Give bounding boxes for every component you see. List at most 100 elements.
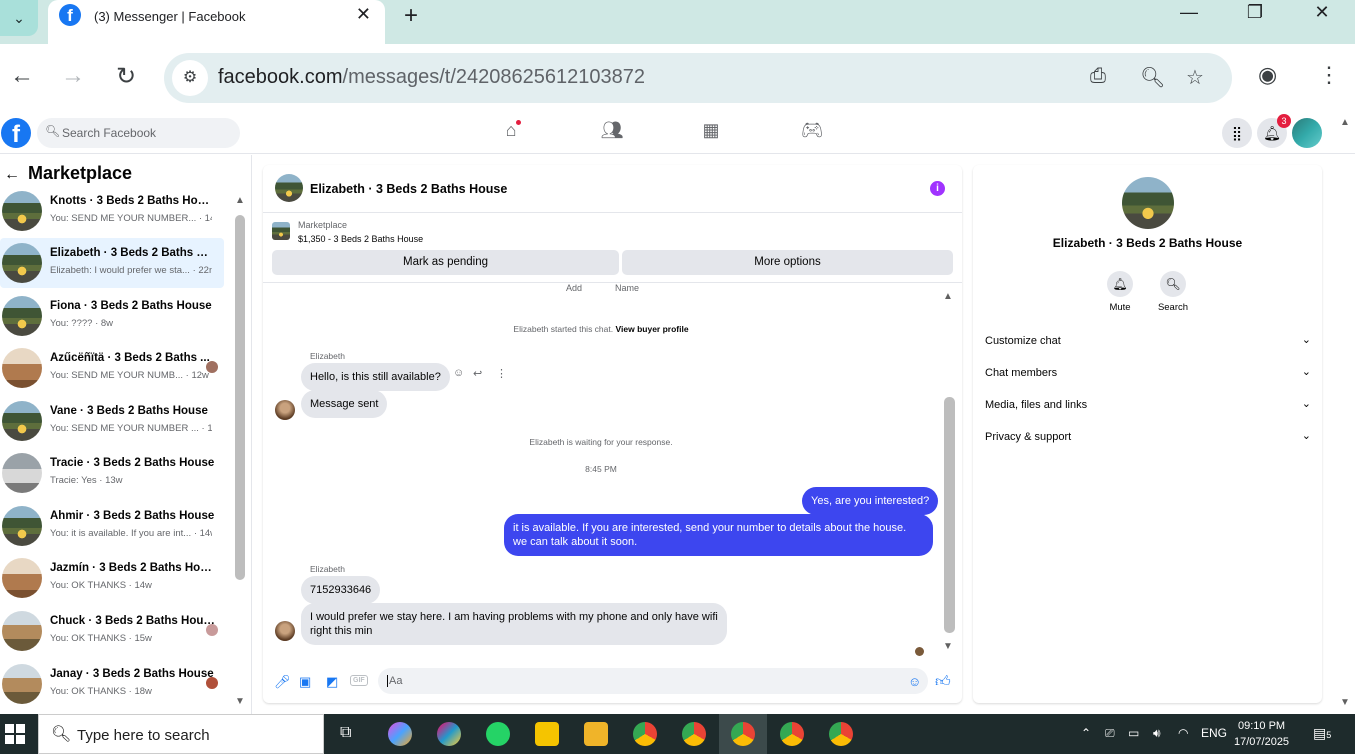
incoming-message[interactable]: Message sent [301,390,388,418]
conversation-item[interactable]: Knotts · 3 Beds 2 Baths House You: SEND … [0,186,224,236]
incoming-message[interactable]: 7152933646 [301,576,381,604]
back-arrow-icon[interactable]: ← [4,166,20,183]
windows-start-icon[interactable] [5,724,25,744]
photo-icon[interactable]: ▣ [299,674,311,690]
sender-avatar[interactable] [275,621,295,641]
facebook-logo-icon[interactable]: f [1,118,31,148]
sticky-notes-icon[interactable] [535,722,559,746]
microphone-icon[interactable]: 🎤︎ [274,674,291,690]
bookmark-star-icon[interactable]: ☆ [1186,65,1204,90]
profile-icon[interactable]: ◉ [1258,62,1277,88]
chrome-profile-icon[interactable] [829,722,853,746]
zoom-icon[interactable]: 🔍︎ [1140,65,1165,90]
new-tab-icon[interactable]: + [404,2,418,30]
chat-avatar[interactable] [275,174,303,202]
tab-close-icon[interactable]: ✕ [356,4,371,25]
info-icon[interactable]: i [930,181,945,196]
sender-avatar[interactable] [275,400,295,420]
outgoing-message[interactable]: it is available. If you are interested, … [504,514,933,556]
view-buyer-profile-link[interactable]: View buyer profile [616,324,689,334]
conversation-item[interactable]: Jazmín · 3 Beds 2 Baths House You: OK TH… [0,553,224,603]
customize-chat-row[interactable]: Customize chat ⌄ [985,331,1311,353]
taskbar-search-input[interactable]: 🔍︎ Type here to search [38,714,324,754]
maximize-icon[interactable]: ❐ [1240,2,1270,23]
chat-scroll-down-icon[interactable]: ▼ [943,641,953,652]
tab-search-chevron-icon[interactable]: ⌄ [0,0,38,36]
marketplace-icon[interactable]: ▦ [696,120,726,141]
language-indicator[interactable]: ENG [1201,726,1227,740]
browser-menu-icon[interactable]: ⋮ [1318,62,1340,88]
browser-tab[interactable]: f (3) Messenger | Facebook ✕ [48,0,385,44]
gaming-icon[interactable]: 🎮︎ [797,120,827,141]
back-icon[interactable]: ← [7,62,37,90]
chrome-profile-icon[interactable] [780,722,804,746]
home-icon[interactable]: ⌂ [496,120,526,141]
chat-scroll-up-icon[interactable]: ▲ [943,291,953,302]
meet-now-icon[interactable]: ⎚ [1105,726,1115,741]
incoming-message[interactable]: Hello, is this still available? [301,363,450,391]
page-scroll-up-icon[interactable]: ▲ [1340,117,1350,128]
incoming-message[interactable]: I would prefer we stay here. I am having… [301,603,727,645]
conversation-item[interactable]: Janay · 3 Beds 2 Baths House You: OK THA… [0,659,224,709]
reply-icon[interactable]: ↩ [473,367,482,380]
chat-title[interactable]: Elizabeth · 3 Beds 2 Baths House [310,182,507,196]
privacy-support-row[interactable]: Privacy & support ⌄ [985,427,1311,449]
page-scroll-down-icon[interactable]: ▼ [1340,697,1350,708]
task-view-icon[interactable]: ⧉ [340,724,351,742]
sidebar-scrollbar[interactable] [235,215,245,580]
conversation-item[interactable]: Ahmir · 3 Beds 2 Baths House You: it is … [0,501,224,551]
friends-icon[interactable]: 👥︎ [597,120,627,141]
install-app-icon[interactable]: ⎙ [1090,65,1106,88]
clock[interactable]: 09:10 PM 17/07/2025 [1234,718,1289,750]
thumbs-up-icon[interactable]: 👍︎ [935,673,951,691]
site-info-icon[interactable]: ⚙ [172,60,208,96]
conversation-item[interactable]: Chuck · 3 Beds 2 Baths House You: OK THA… [0,606,224,656]
emoji-icon[interactable]: ☺ [908,674,921,689]
chrome-active-icon[interactable] [731,722,755,746]
copilot-icon[interactable] [388,722,412,746]
scroll-up-icon[interactable]: ▲ [235,195,245,206]
chrome-icon[interactable] [633,722,657,746]
more-options-button[interactable]: More options [622,250,953,275]
conversation-item[interactable]: Vane · 3 Beds 2 Baths House You: SEND ME… [0,396,224,446]
sticker-icon[interactable]: ◩ [326,674,338,690]
url-text[interactable]: facebook.com/messages/t/2420862561210387… [218,66,645,89]
react-icon[interactable]: ☺ [453,367,464,379]
scroll-down-icon[interactable]: ▼ [235,696,245,707]
facebook-search-input[interactable]: 🔍︎ Search Facebook [37,118,240,148]
mark-as-pending-button[interactable]: Mark as pending [272,250,619,275]
paint-icon[interactable] [437,722,461,746]
reload-icon[interactable]: ↻ [111,62,141,91]
forward-icon[interactable]: → [58,62,88,90]
chat-members-row[interactable]: Chat members ⌄ [985,363,1311,385]
wifi-icon[interactable]: ◠ [1178,726,1188,740]
listing-price[interactable]: $1,350 - 3 Beds 2 Baths House [298,234,423,244]
info-avatar[interactable] [1122,177,1174,229]
conversation-item[interactable]: Äzűcëñïtä · 3 Beds 2 Baths ... You: SEND… [0,343,224,393]
listing-thumbnail[interactable] [272,222,290,240]
menu-grid-icon[interactable]: ⣿ [1222,118,1252,148]
outgoing-message[interactable]: Yes, are you interested? [802,487,939,515]
account-avatar[interactable] [1292,118,1322,148]
conversation-preview: Elizabeth: I would prefer we sta... · 22… [50,265,212,276]
gif-icon[interactable]: GIF [350,675,368,686]
search-chat-button[interactable]: 🔍︎ Search [1143,271,1203,313]
whatsapp-icon[interactable] [486,722,510,746]
conversation-item[interactable]: Tracie · 3 Beds 2 Baths House Tracie: Ye… [0,448,224,498]
tray-chevron-up-icon[interactable]: ⌃ [1081,726,1091,740]
mute-button[interactable]: 🔔︎ Mute [1090,271,1150,313]
window-close-icon[interactable]: ✕ [1307,2,1337,23]
more-actions-icon[interactable]: ⋮ [496,367,507,380]
battery-icon[interactable]: ▭ [1128,726,1139,740]
media-files-links-row[interactable]: Media, files and links ⌄ [985,395,1311,417]
chrome-profile-icon[interactable] [682,722,706,746]
message-input[interactable]: Aa [378,668,928,694]
notification-center-icon[interactable]: ▤5 [1313,725,1331,742]
volume-icon[interactable]: 🔊︎ [1153,726,1161,741]
minimize-icon[interactable]: — [1174,2,1204,23]
chat-scrollbar[interactable] [944,397,955,633]
conversation-item-active[interactable]: Elizabeth · 3 Beds 2 Baths Hou... Elizab… [0,238,224,288]
conversation-item[interactable]: Fiona · 3 Beds 2 Baths House You: ???? ·… [0,291,224,341]
address-bar[interactable]: ⚙ facebook.com/messages/t/24208625612103… [164,53,1232,103]
file-explorer-icon[interactable] [584,722,608,746]
